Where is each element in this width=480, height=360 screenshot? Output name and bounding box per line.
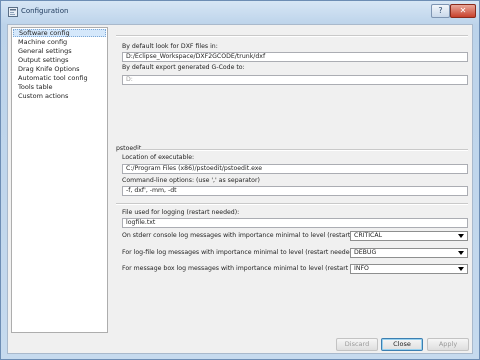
sidebar-item-custom-actions[interactable]: Custom actions bbox=[13, 92, 111, 100]
stderr-level-select[interactable]: CRITICAL bbox=[350, 231, 468, 241]
log-file-input[interactable]: logfile.txt bbox=[122, 218, 468, 228]
sidebar-item-machine-config[interactable]: Machine config bbox=[13, 38, 111, 46]
sidebar-item-output-settings[interactable]: Output settings bbox=[13, 56, 111, 64]
stderr-level-value: CRITICAL bbox=[354, 232, 383, 239]
gcode-folder-input[interactable]: D: bbox=[122, 75, 468, 85]
dxf-folder-input[interactable]: D:/Eclipse_Workspace/DXF2GCODE/trunk/dxf bbox=[122, 52, 468, 62]
msgbox-level-label: For message box log messages with import… bbox=[122, 265, 378, 272]
title-bar[interactable]: Configuration ? ✕ bbox=[1, 1, 479, 23]
chevron-down-icon bbox=[458, 251, 464, 255]
msgbox-level-value: INFO bbox=[354, 265, 369, 272]
chevron-down-icon bbox=[458, 267, 464, 271]
dxf-folder-label: By default look for DXF files in: bbox=[122, 43, 218, 50]
pstoedit-options-input[interactable]: -f, dxf', -mm, -dt bbox=[122, 186, 468, 196]
window-close-button[interactable]: ✕ bbox=[450, 4, 476, 18]
stderr-level-label: On stderr console log messages with impo… bbox=[122, 232, 380, 239]
gcode-folder-label: By default export generated G-Code to: bbox=[122, 64, 245, 71]
section-divider bbox=[116, 35, 468, 37]
msgbox-level-select[interactable]: INFO bbox=[350, 264, 468, 274]
logfile-level-select[interactable]: DEBUG bbox=[350, 248, 468, 258]
sidebar-item-drag-knife-options[interactable]: Drag Knife Options bbox=[13, 65, 111, 73]
chevron-down-icon bbox=[458, 234, 464, 238]
sidebar-item-tools-table[interactable]: Tools table bbox=[13, 83, 111, 91]
pstoedit-exe-input[interactable]: C:/Program Files (x86)/pstoedit/pstoedit… bbox=[122, 164, 468, 174]
logfile-level-value: DEBUG bbox=[354, 249, 377, 256]
logfile-level-label: For log-file log messages with importanc… bbox=[122, 249, 358, 256]
close-button[interactable]: Close bbox=[381, 338, 423, 351]
discard-button[interactable]: Discard bbox=[336, 338, 378, 351]
configuration-window: Configuration ? ✕ Software config Machin… bbox=[0, 0, 480, 360]
app-icon bbox=[8, 7, 18, 17]
apply-button[interactable]: Apply bbox=[427, 338, 469, 351]
sidebar-item-automatic-tool-config[interactable]: Automatic tool config bbox=[13, 74, 111, 82]
dialog-body: Software config Machine config General s… bbox=[7, 24, 473, 354]
sidebar-item-general-settings[interactable]: General settings bbox=[13, 47, 111, 55]
logging-divider bbox=[116, 203, 468, 205]
pstoedit-divider bbox=[136, 149, 468, 151]
settings-category-list[interactable]: Software config Machine config General s… bbox=[11, 27, 108, 333]
help-button[interactable]: ? bbox=[431, 4, 450, 18]
pstoedit-options-label: Command-line options: (use ',' as separa… bbox=[122, 177, 260, 184]
pstoedit-exe-label: Location of executable: bbox=[122, 154, 195, 161]
sidebar-item-software-config[interactable]: Software config bbox=[13, 29, 106, 37]
log-file-label: File used for logging (restart needed): bbox=[122, 209, 240, 216]
window-title: Configuration bbox=[21, 7, 69, 15]
